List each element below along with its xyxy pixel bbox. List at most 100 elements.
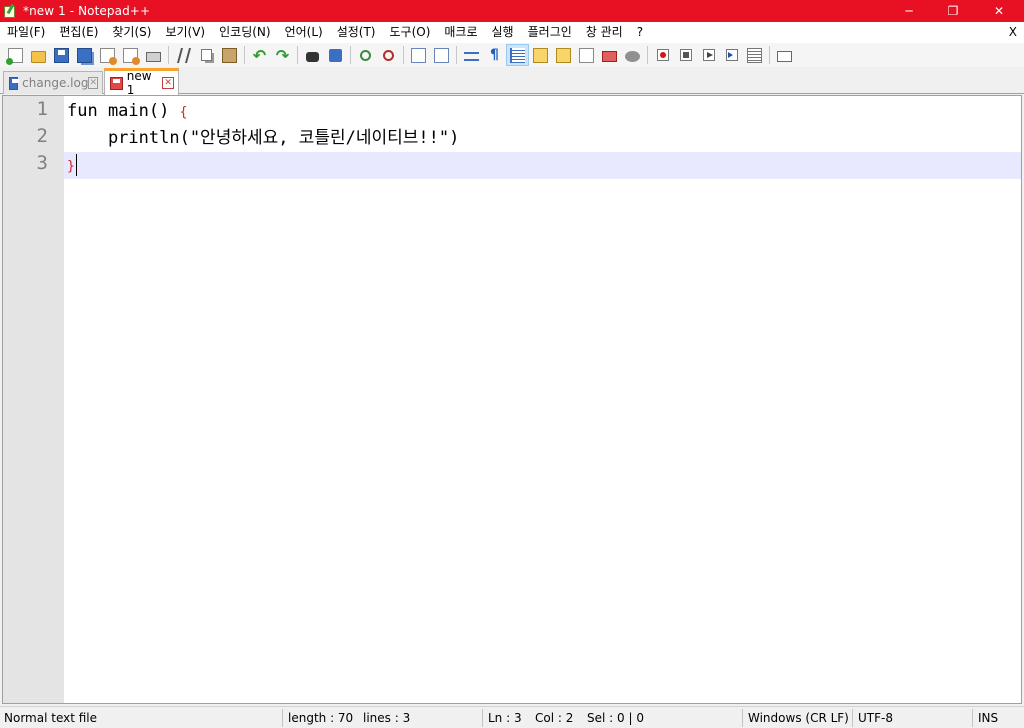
close-all-button[interactable] — [119, 44, 142, 66]
status-divider — [282, 709, 283, 727]
save-icon — [54, 47, 69, 63]
line-number: 1 — [36, 98, 48, 120]
save-macro-icon — [747, 47, 762, 63]
save-all-icon — [77, 47, 92, 63]
undo-icon: ↶ — [252, 45, 267, 65]
toolbar-separator — [456, 46, 457, 64]
tab-new-1[interactable]: new 1 ✕ — [104, 68, 179, 97]
undo-button[interactable]: ↶ — [248, 44, 271, 66]
replace-icon — [329, 48, 342, 62]
status-eol[interactable]: Windows (CR LF) — [748, 707, 849, 728]
zoom-in-button[interactable] — [354, 44, 377, 66]
run-macro-multiple-button[interactable] — [720, 44, 743, 66]
find-button[interactable] — [301, 44, 324, 66]
menu-run[interactable]: 실행 — [485, 22, 521, 43]
run-command-button[interactable] — [773, 44, 796, 66]
status-bar: Normal text file length : 70 lines : 3 L… — [0, 706, 1024, 728]
code-line[interactable]: fun main() { — [64, 98, 1021, 125]
tab-label: change.log — [22, 76, 89, 90]
menu-file[interactable]: 파일(F) — [0, 22, 52, 43]
close-file-button[interactable] — [96, 44, 119, 66]
status-encoding[interactable]: UTF-8 — [858, 707, 893, 728]
monitoring-button[interactable] — [621, 44, 644, 66]
run-macro-multiple-icon — [725, 49, 738, 61]
stop-recording-icon — [679, 49, 692, 61]
menu-language[interactable]: 언어(L) — [278, 22, 330, 43]
menu-settings[interactable]: 설정(T) — [330, 22, 383, 43]
toolbar-separator — [244, 46, 245, 64]
replace-button[interactable] — [324, 44, 347, 66]
print-icon — [146, 51, 161, 62]
code-area[interactable]: fun main() { println("안녕하세요, 코틀린/네이티브!!"… — [64, 96, 1021, 703]
menu-window[interactable]: 창 관리 — [579, 22, 630, 43]
zoom-in-icon — [360, 49, 371, 61]
menu-edit[interactable]: 편집(E) — [52, 22, 105, 43]
menu-bar: 파일(F) 편집(E) 찾기(S) 보기(V) 인코딩(N) 언어(L) 설정(… — [0, 22, 1024, 43]
playback-button[interactable] — [697, 44, 720, 66]
run-command-icon — [777, 50, 792, 62]
text-editor[interactable]: 1 2 3 fun main() { println("안녕하세요, 코틀린/네… — [2, 95, 1022, 704]
minimize-button[interactable]: ─ — [886, 0, 932, 22]
menu-encoding[interactable]: 인코딩(N) — [212, 22, 277, 43]
indent-guide-button[interactable] — [506, 44, 529, 66]
menu-macro[interactable]: 매크로 — [437, 22, 484, 43]
redo-icon: ↷ — [275, 45, 290, 65]
open-file-button[interactable] — [27, 44, 50, 66]
close-document-x[interactable]: X — [1009, 22, 1017, 43]
show-all-chars-button[interactable]: ¶ — [483, 44, 506, 66]
document-tab-bar: change.log ✕ new 1 ✕ — [0, 67, 1024, 97]
menu-help[interactable]: ? — [630, 22, 650, 43]
sync-vertical-icon — [411, 47, 426, 63]
folder-workspace-button[interactable] — [598, 44, 621, 66]
title-bar: *new 1 - Notepad++ ─ ❐ ✕ — [0, 0, 1024, 22]
print-button[interactable] — [142, 44, 165, 66]
language-define-button[interactable] — [529, 44, 552, 66]
sync-vertical-button[interactable] — [407, 44, 430, 66]
copy-button[interactable] — [195, 44, 218, 66]
save-button[interactable] — [50, 44, 73, 66]
line-number: 2 — [36, 125, 48, 147]
code-line-current[interactable]: } — [64, 152, 1021, 179]
notepadpp-app-icon[interactable] — [3, 3, 17, 18]
unsaved-file-icon — [110, 76, 123, 90]
copy-icon — [201, 49, 212, 61]
maximize-button[interactable]: ❐ — [930, 0, 976, 22]
tab-label: new 1 — [126, 69, 152, 97]
zoom-out-button[interactable] — [377, 44, 400, 66]
language-define-icon — [533, 47, 548, 63]
close-window-button[interactable]: ✕ — [976, 0, 1022, 22]
tab-close-icon[interactable]: ✕ — [88, 77, 98, 89]
menu-view[interactable]: 보기(V) — [158, 22, 212, 43]
menu-plugins[interactable]: 플러그인 — [521, 22, 579, 43]
new-file-icon — [6, 47, 23, 65]
record-macro-button[interactable] — [651, 44, 674, 66]
tab-change-log[interactable]: change.log ✕ — [3, 71, 103, 94]
function-list-button[interactable] — [575, 44, 598, 66]
tab-close-icon[interactable]: ✕ — [162, 77, 174, 89]
code-text: println("안녕하세요, 코틀린/네이티브!!") — [67, 128, 460, 148]
document-map-button[interactable] — [552, 44, 575, 66]
status-divider — [972, 709, 973, 727]
redo-button[interactable]: ↷ — [271, 44, 294, 66]
word-wrap-button[interactable] — [460, 44, 483, 66]
code-line[interactable]: println("안녕하세요, 코틀린/네이티브!!") — [64, 125, 1021, 152]
document-map-icon — [556, 47, 571, 63]
paste-button[interactable] — [218, 44, 241, 66]
stop-recording-button[interactable] — [674, 44, 697, 66]
cut-button[interactable] — [172, 44, 195, 66]
toolbar: ↶ ↷ ¶ — [0, 43, 1024, 67]
save-macro-button[interactable] — [743, 44, 766, 66]
menu-search[interactable]: 찾기(S) — [105, 22, 158, 43]
indent-guide-icon — [510, 47, 525, 63]
new-file-button[interactable] — [4, 44, 27, 66]
brace-open: { — [179, 105, 188, 120]
status-length: length : 70 — [288, 711, 354, 725]
save-all-button[interactable] — [73, 44, 96, 66]
text-caret — [75, 154, 77, 176]
menu-tools[interactable]: 도구(O) — [383, 22, 438, 43]
status-insert-mode[interactable]: INS — [978, 707, 998, 728]
status-file-type: Normal text file — [4, 711, 98, 725]
toolbar-separator — [168, 46, 169, 64]
sync-horizontal-button[interactable] — [430, 44, 453, 66]
status-divider — [482, 709, 483, 727]
